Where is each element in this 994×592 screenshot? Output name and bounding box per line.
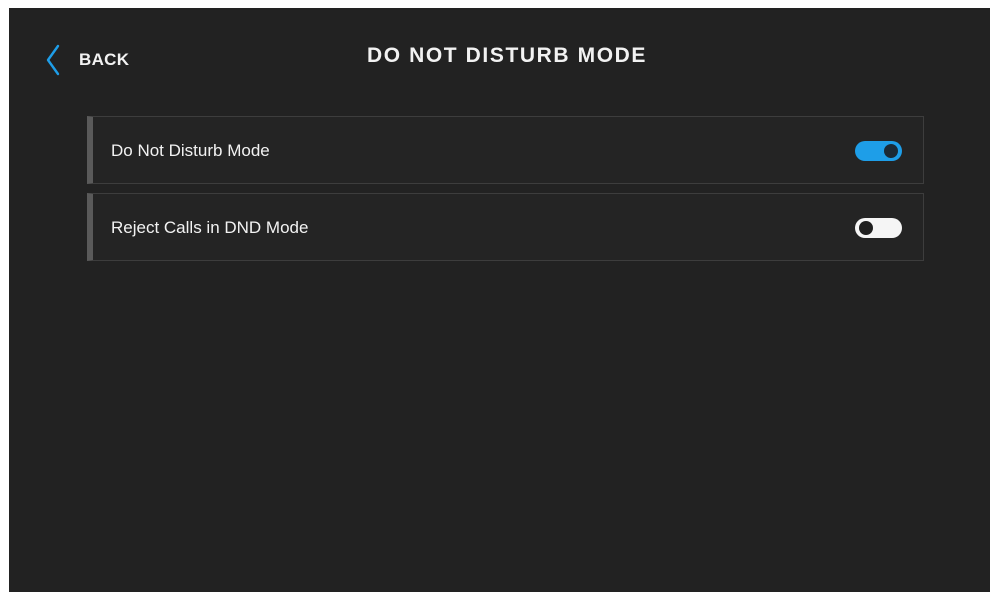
toggle-knob [859, 221, 873, 235]
setting-label: Do Not Disturb Mode [111, 141, 270, 160]
reject-calls-toggle[interactable] [855, 218, 902, 238]
dnd-settings-screen: BACK DO NOT DISTURB MODE Do Not Disturb … [9, 8, 990, 592]
settings-list: Do Not Disturb Mode Reject Calls in DND … [87, 116, 924, 270]
header: BACK DO NOT DISTURB MODE [9, 8, 990, 112]
page-title: DO NOT DISTURB MODE [366, 44, 648, 67]
do-not-disturb-toggle[interactable] [855, 141, 902, 161]
setting-row-do-not-disturb[interactable]: Do Not Disturb Mode [87, 116, 924, 184]
toggle-knob [884, 144, 898, 158]
setting-label: Reject Calls in DND Mode [111, 218, 309, 237]
setting-row-reject-calls[interactable]: Reject Calls in DND Mode [87, 193, 924, 261]
